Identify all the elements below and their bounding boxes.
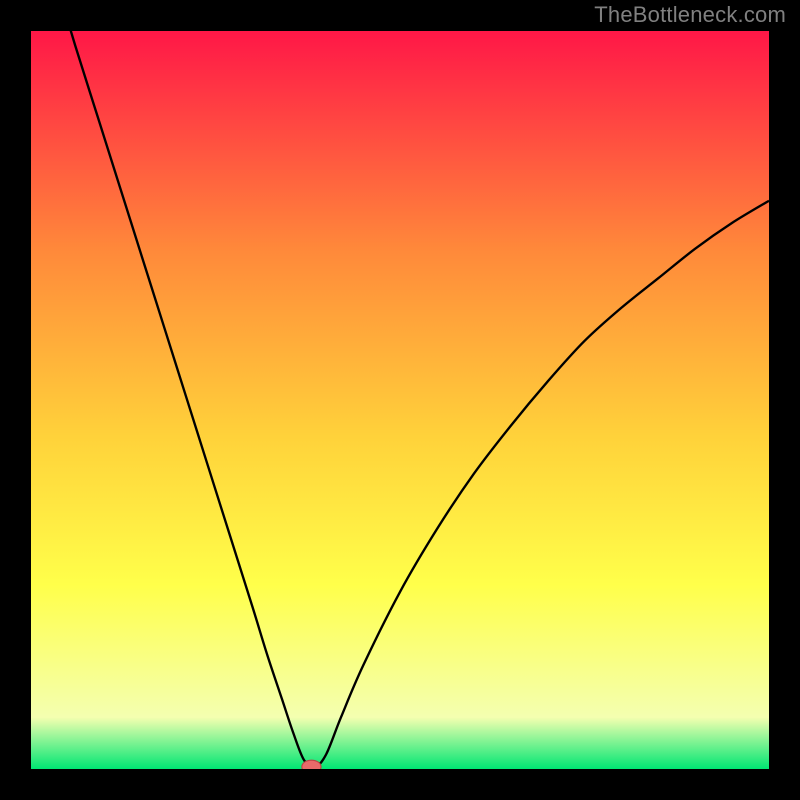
watermark-text: TheBottleneck.com <box>594 2 786 28</box>
bottleneck-chart <box>31 31 769 769</box>
optimum-marker <box>302 760 321 769</box>
chart-frame: TheBottleneck.com <box>0 0 800 800</box>
gradient-bg <box>31 31 769 769</box>
